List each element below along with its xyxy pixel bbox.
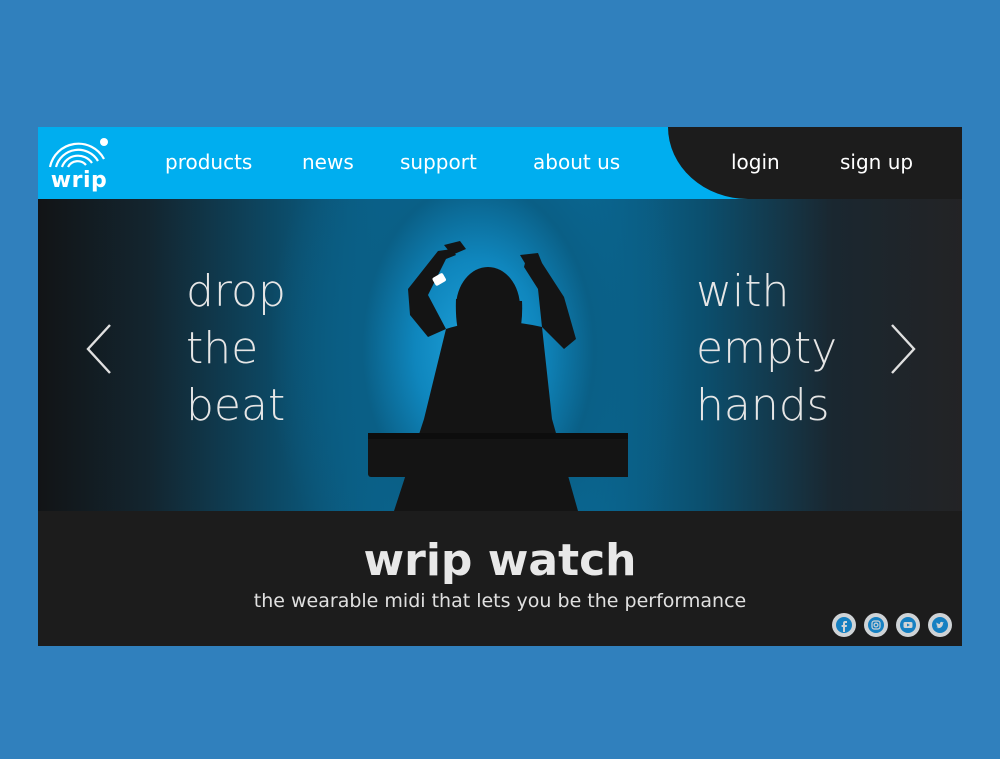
- account-area: [668, 127, 962, 199]
- product-title: wrip watch: [363, 535, 637, 586]
- performer-silhouette-image: [368, 241, 628, 511]
- logo-arcs-icon: [48, 138, 108, 168]
- instagram-icon[interactable]: [864, 613, 888, 637]
- nav-link-about-us[interactable]: about us: [533, 149, 620, 175]
- signup-link[interactable]: sign up: [840, 149, 913, 175]
- product-tagline: the wearable midi that lets you be the p…: [253, 590, 747, 612]
- hero-left-text: drop the beat: [186, 266, 286, 431]
- top-navigation: wrip products news support about us logi…: [38, 127, 962, 199]
- chevron-left-icon[interactable]: [82, 319, 122, 379]
- hero-banner: drop the beat with empty hands: [38, 199, 962, 511]
- wrip-logo[interactable]: wrip: [46, 133, 112, 193]
- hero-right-text: with empty hands: [696, 266, 838, 431]
- product-section: wrip watch the wearable midi that lets y…: [38, 511, 962, 646]
- login-link[interactable]: login: [731, 149, 780, 175]
- youtube-icon[interactable]: [896, 613, 920, 637]
- facebook-icon[interactable]: [832, 613, 856, 637]
- nav-link-support[interactable]: support: [400, 149, 477, 175]
- social-links: [832, 613, 952, 637]
- chevron-right-icon[interactable]: [880, 319, 920, 379]
- nav-link-products[interactable]: products: [165, 149, 252, 175]
- logo-wordmark: wrip: [50, 168, 108, 193]
- site-frame: wrip products news support about us logi…: [38, 127, 962, 646]
- nav-link-news[interactable]: news: [302, 149, 354, 175]
- twitter-icon[interactable]: [928, 613, 952, 637]
